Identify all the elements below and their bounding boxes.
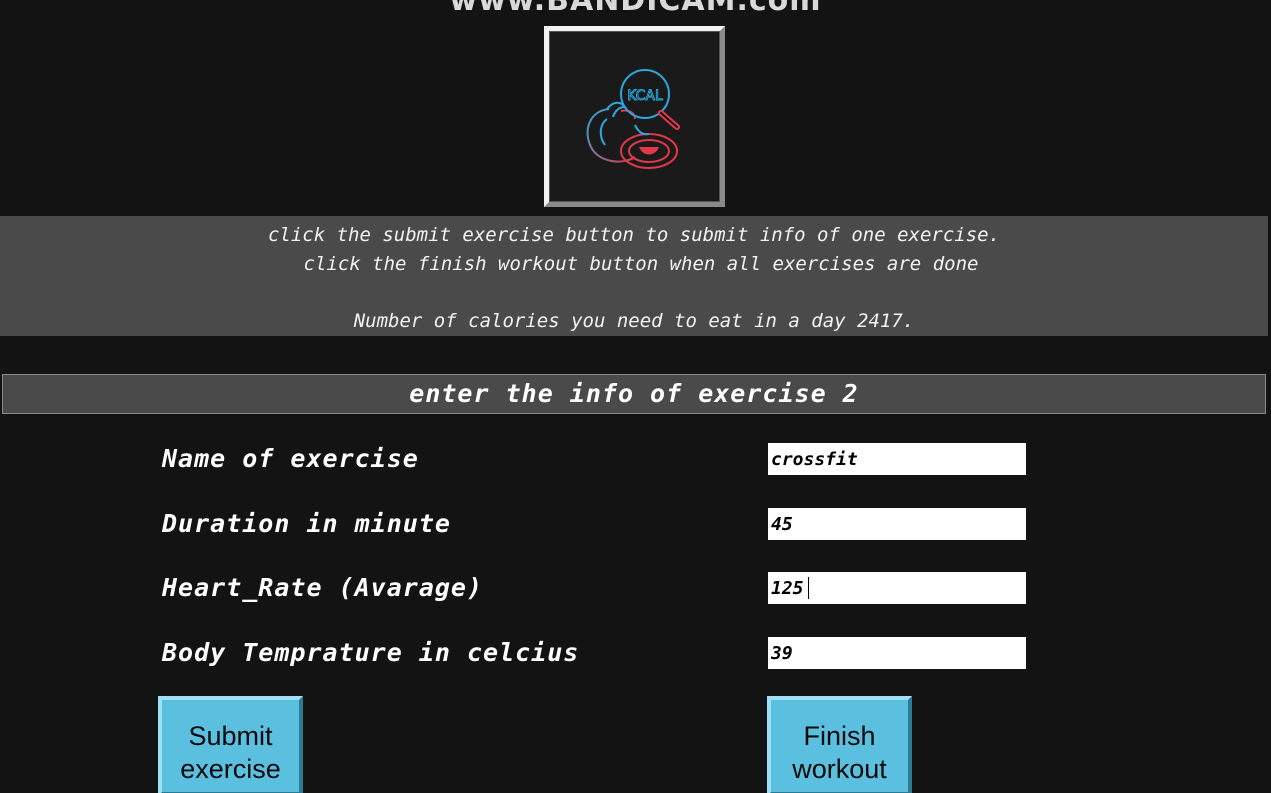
submit-exercise-label-line1: Submit <box>188 721 273 751</box>
instruction-line-2: click the finish workout button when all… <box>303 253 979 275</box>
exercise-name-label: Name of exercise <box>162 444 419 473</box>
finish-workout-button[interactable]: Finish workout <box>767 696 912 793</box>
app-window: www.BANDICAM.com KCAL click the submit e… <box>0 0 1271 793</box>
heart-rate-input[interactable] <box>768 572 1026 604</box>
instruction-line-1: click the submit exercise button to subm… <box>267 224 1001 246</box>
finish-workout-label-line2: workout <box>792 754 887 784</box>
heart-rate-label: Heart_Rate (Avarage) <box>162 573 484 602</box>
exercise-name-input[interactable] <box>768 443 1026 475</box>
finish-workout-label-line1: Finish <box>803 721 876 751</box>
instructions-panel: click the submit exercise button to subm… <box>0 216 1268 336</box>
submit-exercise-button[interactable]: Submit exercise <box>158 696 303 793</box>
watermark: www.BANDICAM.com <box>449 0 822 18</box>
duration-label: Duration in minute <box>162 509 451 538</box>
body-temperature-input[interactable] <box>768 637 1026 669</box>
duration-input[interactable] <box>768 508 1026 540</box>
body-temperature-label: Body Temprature in celcius <box>162 638 580 667</box>
app-logo: KCAL <box>544 26 725 207</box>
kcal-label: KCAL <box>627 88 663 104</box>
submit-exercise-label-line2: exercise <box>180 754 281 784</box>
calorie-need-text: Number of calories you need to eat in a … <box>353 310 915 332</box>
text-caret <box>808 577 809 599</box>
kcal-tomato-icon: KCAL <box>586 69 680 169</box>
exercise-section-title: enter the info of exercise 2 <box>2 374 1266 414</box>
